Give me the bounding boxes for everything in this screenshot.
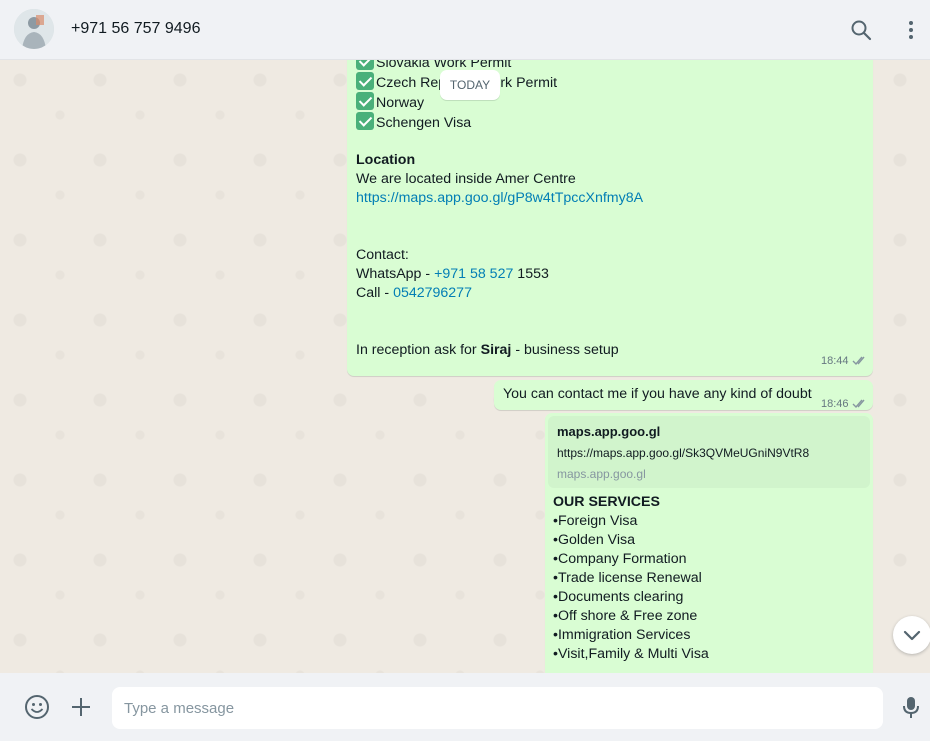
message-bubble[interactable]: You can contact me if you have any kind … — [494, 380, 873, 410]
whatsapp-line: WhatsApp - +971 58 527 1553 — [356, 266, 549, 282]
service-item: •Foreign Visa — [553, 513, 638, 529]
service-item: •Immigration Services — [553, 627, 691, 643]
location-link[interactable]: https://maps.app.goo.gl/gP8w4tTpccXnfmy8… — [356, 189, 643, 208]
double-check-icon — [852, 354, 868, 373]
service-item: •Company Formation — [553, 551, 687, 567]
check-mark-icon — [356, 92, 374, 110]
check-mark-icon — [356, 72, 374, 90]
emoji-icon[interactable] — [24, 694, 50, 720]
message-bubble[interactable]: Slovakia Work Permit Czech Republic Work… — [347, 60, 873, 376]
microphone-icon[interactable] — [898, 694, 924, 720]
services-heading: OUR SERVICES — [553, 494, 660, 510]
chevron-down-icon — [903, 630, 921, 641]
date-divider: TODAY — [440, 70, 500, 100]
message-input[interactable] — [124, 687, 864, 729]
contact-heading: Contact: — [356, 247, 409, 263]
phone-link[interactable]: 0542796277 — [393, 285, 472, 301]
preview-title: maps.app.goo.gl — [557, 424, 661, 439]
message-meta: 18:44 — [821, 352, 868, 373]
service-item: •Documents clearing — [553, 589, 684, 605]
message-text: You can contact me if you have any kind … — [503, 386, 812, 402]
location-text: We are located inside Amer Centre — [356, 171, 576, 187]
list-item: Schengen Visa — [356, 112, 471, 133]
phone-link[interactable]: +971 58 527 — [434, 266, 513, 282]
reception-line: In reception ask for Siraj - business se… — [356, 342, 619, 358]
preview-domain: maps.app.goo.gl — [557, 467, 646, 481]
location-heading: Location — [356, 152, 416, 168]
chat-header: +971 56 757 9496 — [0, 0, 930, 60]
service-item: •Golden Visa — [553, 532, 636, 548]
service-item: •Off shore & Free zone — [553, 608, 698, 624]
call-line: Call - 0542796277 — [356, 285, 472, 301]
preview-url: https://maps.app.goo.gl/Sk3QVMeUGniN9VtR… — [557, 446, 810, 460]
message-composer — [0, 673, 930, 741]
attach-plus-icon[interactable] — [68, 694, 94, 720]
service-item: •Trade license Renewal — [553, 570, 702, 586]
link-preview[interactable]: maps.app.goo.gl https://maps.app.goo.gl/… — [548, 416, 870, 488]
list-item: Norway — [356, 92, 424, 113]
check-mark-icon — [356, 60, 374, 70]
chat-area[interactable]: Slovakia Work Permit Czech Republic Work… — [0, 60, 930, 673]
scroll-down-button[interactable] — [893, 616, 930, 654]
search-icon[interactable] — [849, 18, 873, 42]
contact-name[interactable]: +971 56 757 9496 — [71, 20, 200, 38]
message-input-box[interactable] — [112, 687, 883, 729]
menu-icon[interactable] — [899, 18, 923, 42]
message-time: 18:46 — [821, 398, 849, 410]
avatar[interactable] — [14, 9, 54, 49]
check-mark-icon — [356, 112, 374, 130]
message-time: 18:44 — [821, 355, 849, 367]
service-item: •Visit,Family & Multi Visa — [553, 646, 709, 662]
